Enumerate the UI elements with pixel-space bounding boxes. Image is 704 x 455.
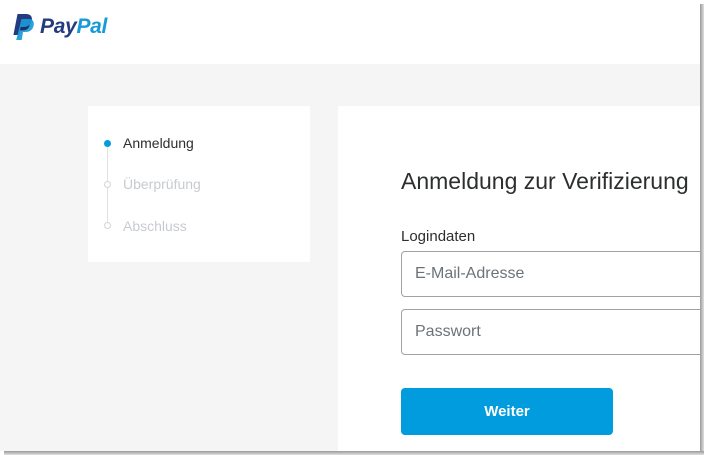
frame-shadow-right [700, 4, 704, 455]
frame-shadow-bottom [4, 451, 704, 455]
step-inactive-dot-icon [104, 222, 111, 229]
step-inactive-dot-icon [104, 181, 111, 188]
step-label-login: Anmeldung [123, 135, 194, 151]
step-label-review: Überprüfung [123, 176, 201, 192]
step-label-finish: Abschluss [123, 218, 187, 234]
paypal-p-icon [13, 14, 34, 40]
continue-button[interactable]: Weiter [401, 388, 613, 435]
login-card: Anmeldung zur Verifizierung Logindaten W… [338, 106, 700, 451]
wordmark-pal: Pal [76, 15, 108, 38]
paypal-wordmark: PayPal [40, 13, 107, 41]
password-input[interactable] [401, 309, 700, 355]
paypal-page: PayPal Anmeldung Überprüfung Abschluss A… [0, 0, 700, 451]
login-data-label: Logindaten [401, 228, 476, 245]
step-active-dot-icon [104, 140, 111, 147]
wordmark-pay: Pay [40, 15, 77, 38]
page-title: Anmeldung zur Verifizierung [401, 168, 689, 194]
site-header: PayPal [0, 0, 700, 64]
email-input[interactable] [401, 251, 700, 297]
progress-steps: Anmeldung Überprüfung Abschluss [88, 106, 310, 262]
paypal-logo[interactable]: PayPal [10, 13, 107, 41]
